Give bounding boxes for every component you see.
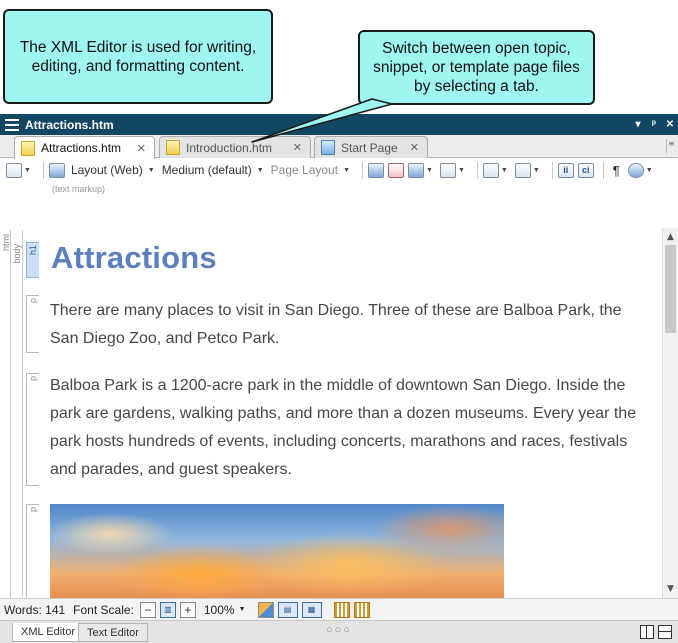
view-options-button[interactable]: ▼	[627, 162, 656, 178]
tab-text-editor[interactable]: Text Editor	[78, 623, 148, 642]
word-count: Words: 141	[4, 602, 66, 617]
tab-xml-editor[interactable]: XML Editor	[12, 623, 85, 642]
tab-label: Start Page	[341, 140, 398, 155]
track-changes-icon	[388, 162, 404, 178]
tab-attractions[interactable]: Attractions.htm ✕	[14, 136, 155, 159]
pin-icon[interactable]: ᵖ	[646, 119, 662, 130]
tabs-callout: Switch between open topic, snippet, or t…	[358, 30, 595, 105]
document-tab-bar: Attractions.htm ✕ Introduction.htm ✕ Sta…	[0, 135, 678, 159]
image-icon	[408, 162, 424, 178]
vertical-scrollbar[interactable]: ▲ ▼	[662, 228, 678, 598]
window-menu-dropdown-icon[interactable]: ▾	[630, 119, 646, 130]
p-block-tag[interactable]: p	[26, 504, 39, 598]
condition-icon: ii	[557, 162, 574, 178]
tab-label: Introduction.htm	[186, 140, 273, 155]
p-block-tag[interactable]: p	[26, 373, 39, 486]
sunset-sky-image[interactable]	[50, 504, 504, 598]
show-tags-icon	[368, 162, 384, 178]
scroll-down-icon[interactable]: ▼	[663, 582, 678, 596]
tab-close-icon[interactable]: ✕	[410, 141, 419, 154]
insert-variable-button[interactable]: ▼	[514, 162, 543, 178]
show-formatting-button[interactable]: ¶	[609, 163, 624, 178]
insert-crossref-button[interactable]: ci	[577, 162, 594, 178]
xml-editor-callout-text: The XML Editor is used for writing, edit…	[19, 38, 257, 75]
layout-dropdown[interactable]: Layout (Web) ▼	[48, 162, 158, 178]
medium-dropdown[interactable]: Medium (default) ▼	[162, 163, 267, 177]
font-scale-decrease-button[interactable]: −	[139, 601, 156, 618]
scroll-up-icon[interactable]: ▲	[663, 230, 678, 244]
paragraph[interactable]: Balboa Park is a 1200-acre park in the m…	[50, 372, 646, 484]
close-window-icon[interactable]: ✕	[662, 119, 678, 130]
show-tag-bars-button[interactable]: ▤	[277, 601, 298, 618]
tab-list-dropdown-icon[interactable]: ≡	[666, 139, 676, 153]
paragraph[interactable]: There are many places to visit in San Di…	[50, 297, 646, 353]
split-vertical-icon[interactable]	[640, 625, 654, 639]
topic-file-icon	[166, 140, 180, 155]
window-title: Attractions.htm	[25, 117, 114, 132]
page-layout-dropdown[interactable]: Page Layout ▼	[271, 163, 353, 177]
zoom-dropdown[interactable]: 100%	[204, 603, 235, 617]
h1-block-tag[interactable]: h1	[26, 242, 39, 278]
split-horizontal-icon[interactable]	[658, 625, 672, 639]
variable-icon	[514, 162, 531, 178]
track-changes-button[interactable]	[388, 162, 404, 178]
medium-dropdown-label: Medium (default)	[161, 163, 252, 177]
tab-label: Attractions.htm	[41, 141, 122, 155]
show-tags-button[interactable]	[368, 162, 384, 178]
show-structure-bars-button[interactable]: ▦	[301, 601, 322, 618]
tab-introduction[interactable]: Introduction.htm ✕	[159, 136, 311, 158]
pilcrow-icon: ¶	[612, 162, 620, 178]
ruler-button[interactable]	[333, 601, 350, 618]
font-scale-label: Font Scale:	[73, 602, 134, 617]
font-scale-reset-button[interactable]: ▥	[159, 601, 176, 618]
zoom-dropdown-caret-icon[interactable]: ▼	[239, 606, 246, 613]
xml-editor-area[interactable]: html body h1 p p p Attractions There are…	[0, 228, 662, 598]
snippet-icon	[482, 162, 499, 178]
magnifier-icon	[6, 162, 22, 178]
tab-close-icon[interactable]: ✕	[293, 141, 302, 154]
color-scheme-button[interactable]	[257, 601, 274, 618]
table-icon	[439, 162, 456, 178]
document-heading[interactable]: Attractions	[51, 240, 217, 276]
vertical-ruler-button[interactable]	[353, 601, 370, 618]
font-scale-increase-button[interactable]: +	[179, 601, 196, 618]
editor-status-bar: Words: 141 Font Scale: − ▥ + 100% ▼ ▤ ▦	[0, 598, 678, 620]
cross-reference-icon: ci	[577, 162, 594, 178]
menu-icon[interactable]	[5, 118, 19, 131]
tab-start-page[interactable]: Start Page ✕	[314, 136, 428, 158]
scroll-thumb[interactable]	[665, 245, 676, 333]
insert-snippet-button[interactable]: ▼	[482, 162, 511, 178]
topic-file-icon	[21, 140, 35, 156]
preview-button[interactable]: ▼	[6, 162, 34, 178]
p-block-tag[interactable]: p	[26, 295, 39, 353]
eye-icon	[627, 162, 644, 178]
editor-toolbar: ▼ Layout (Web) ▼ Medium (default) ▼ Page L…	[0, 158, 678, 182]
body-structure-bar[interactable]: body	[12, 230, 23, 598]
insert-image-button[interactable]: ▼	[408, 162, 436, 178]
page-layout-dropdown-label: Page Layout	[270, 163, 339, 177]
resize-grip-icon[interactable]: ○○○	[326, 624, 352, 636]
insert-table-button[interactable]: ▼	[439, 162, 468, 178]
tabs-callout-text: Switch between open topic, snippet, or t…	[373, 40, 580, 95]
start-page-icon	[321, 140, 335, 155]
app-window: The XML Editor is used for writing, edit…	[0, 0, 678, 643]
layout-dropdown-label: Layout (Web)	[70, 163, 143, 177]
editor-mode-bar: XML Editor Text Editor ○○○	[0, 620, 678, 643]
word-count-value: 141	[45, 602, 66, 617]
tab-close-icon[interactable]: ✕	[137, 142, 146, 155]
html-structure-bar[interactable]: html	[1, 230, 11, 598]
text-markup-hint: (text markup)	[52, 184, 106, 194]
xml-editor-callout: The XML Editor is used for writing, edit…	[3, 9, 273, 104]
insert-condition-button[interactable]: ii	[557, 162, 574, 178]
window-titlebar: Attractions.htm ▾ ᵖ ✕	[0, 114, 678, 135]
layout-icon	[48, 162, 65, 178]
